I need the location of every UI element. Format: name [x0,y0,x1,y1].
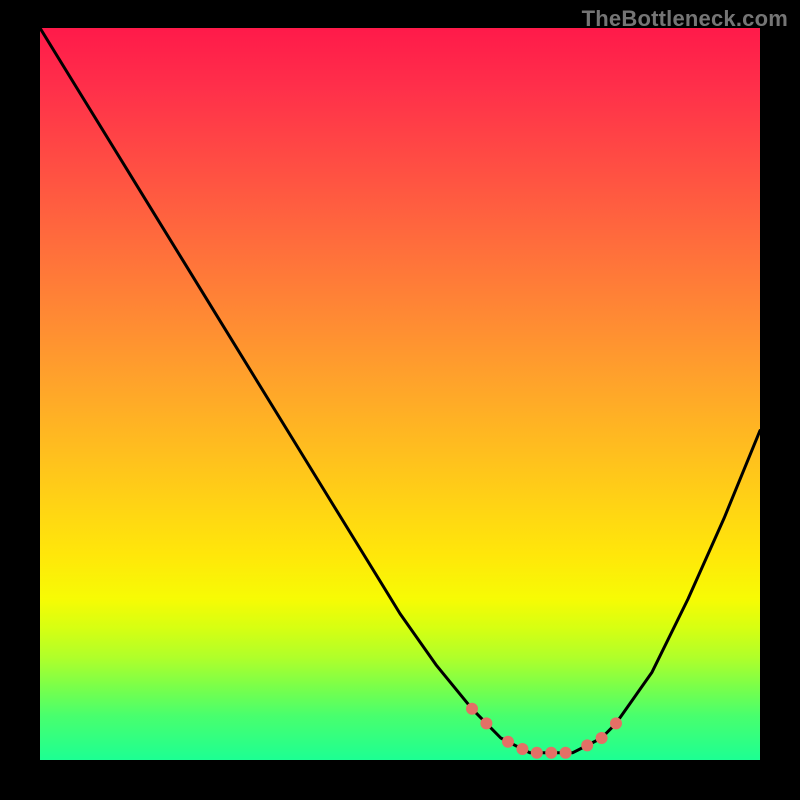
highlight-dot [545,747,557,759]
highlight-dot [480,717,492,729]
highlight-dot [610,717,622,729]
highlight-dot [596,732,608,744]
curve-svg [40,28,760,760]
highlight-dot [516,743,528,755]
highlight-dot [531,747,543,759]
data-dots [466,703,622,759]
plot-area [40,28,760,760]
highlight-dot [560,747,572,759]
chart-container: TheBottleneck.com [0,0,800,800]
highlight-dot [466,703,478,715]
bottleneck-curve [40,28,760,753]
highlight-dot [502,736,514,748]
highlight-dot [581,739,593,751]
